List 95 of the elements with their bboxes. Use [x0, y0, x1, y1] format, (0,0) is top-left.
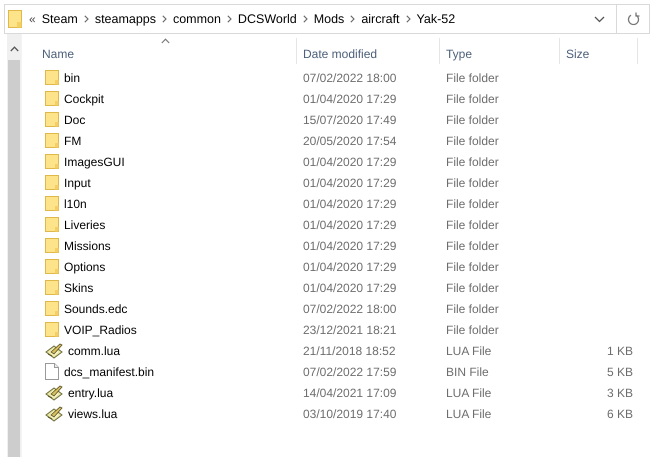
- date-modified: 01/04/2020 17:29: [303, 238, 396, 252]
- folder-icon: [45, 154, 59, 169]
- date-modified: 01/04/2020 17:29: [303, 260, 396, 274]
- file-type: File folder: [446, 322, 499, 336]
- date-modified: 01/04/2020 17:29: [303, 196, 396, 210]
- chevron-right-icon[interactable]: [302, 15, 308, 23]
- scrollbar-thumb[interactable]: [8, 60, 20, 457]
- file-name[interactable]: ImagesGUI: [64, 154, 125, 168]
- script-file-icon: [45, 342, 63, 358]
- file-type: File folder: [446, 260, 499, 274]
- date-modified: 21/11/2018 18:52: [303, 344, 396, 358]
- date-modified: 23/12/2021 18:21: [303, 322, 396, 336]
- file-type: File folder: [446, 134, 499, 148]
- script-file-icon: [45, 406, 63, 422]
- chevron-down-icon[interactable]: [594, 16, 604, 22]
- file-name[interactable]: Sounds.edc: [64, 302, 128, 316]
- folder-icon: [45, 175, 59, 190]
- breadcrumb-item[interactable]: steamapps: [94, 12, 156, 26]
- file-name[interactable]: Skins: [64, 280, 94, 294]
- file-name[interactable]: dcs_manifest.bin: [64, 364, 154, 378]
- file-name[interactable]: Missions: [64, 238, 111, 252]
- folder-icon: [45, 280, 59, 295]
- breadcrumb-item[interactable]: Yak-52: [416, 12, 456, 26]
- file-type: File folder: [446, 176, 499, 190]
- file-type: LUA File: [446, 406, 492, 420]
- refresh-icon[interactable]: [626, 12, 640, 26]
- file-icon: [45, 363, 59, 380]
- folder-icon: [45, 322, 59, 337]
- file-name[interactable]: Input: [64, 176, 91, 190]
- date-modified: 20/05/2020 17:54: [303, 134, 396, 148]
- file-type: LUA File: [446, 344, 492, 358]
- file-name[interactable]: Doc: [64, 112, 86, 126]
- file-size: 5 KB: [606, 364, 633, 378]
- file-type: File folder: [446, 280, 499, 294]
- date-modified: 01/04/2020 17:29: [303, 92, 396, 106]
- file-name[interactable]: Liveries: [64, 218, 106, 232]
- file-type: File folder: [446, 112, 499, 126]
- folder-icon: [8, 10, 22, 28]
- script-file-icon: [45, 384, 63, 400]
- folder-icon: [45, 217, 59, 232]
- file-type: File folder: [446, 154, 499, 168]
- file-name[interactable]: l10n: [64, 196, 87, 210]
- date-modified: 15/07/2020 17:49: [303, 112, 396, 126]
- scroll-up-icon[interactable]: [10, 46, 18, 52]
- folder-icon: [45, 112, 59, 127]
- file-type: File folder: [446, 218, 499, 232]
- column-header[interactable]: Type: [446, 47, 472, 61]
- date-modified: 07/02/2022 18:00: [303, 70, 396, 84]
- breadcrumb-item[interactable]: common: [172, 12, 221, 26]
- file-name[interactable]: views.lua: [68, 406, 118, 420]
- file-name[interactable]: comm.lua: [68, 344, 120, 358]
- folder-icon: [45, 259, 59, 274]
- file-type: File folder: [446, 92, 499, 106]
- date-modified: 01/04/2020 17:29: [303, 280, 396, 294]
- file-name[interactable]: Options: [64, 260, 106, 274]
- date-modified: 03/10/2019 17:40: [303, 406, 396, 420]
- date-modified: 01/04/2020 17:29: [303, 176, 396, 190]
- file-size: 6 KB: [606, 406, 633, 420]
- file-name[interactable]: bin: [64, 70, 80, 84]
- file-name[interactable]: entry.lua: [68, 386, 114, 400]
- breadcrumb-item[interactable]: Mods: [314, 12, 344, 26]
- date-modified: 07/02/2022 17:59: [303, 364, 396, 378]
- file-size: 1 KB: [606, 344, 633, 358]
- chevron-right-icon[interactable]: [84, 15, 89, 23]
- file-type: File folder: [446, 302, 499, 316]
- folder-icon: [45, 238, 59, 253]
- file-size: 3 KB: [606, 386, 633, 400]
- date-modified: 01/04/2020 17:29: [303, 218, 396, 232]
- chevron-right-icon[interactable]: [350, 15, 356, 23]
- column-header[interactable]: Date modified: [303, 47, 378, 61]
- file-type: BIN File: [446, 364, 489, 378]
- folder-icon: [45, 301, 59, 316]
- file-name[interactable]: VOIP_Radios: [64, 322, 137, 336]
- chevron-right-icon[interactable]: [226, 15, 232, 23]
- folder-icon: [45, 196, 59, 211]
- folder-icon: [45, 91, 59, 106]
- file-type: File folder: [446, 196, 499, 210]
- breadcrumb-item[interactable]: DCSWorld: [238, 12, 297, 26]
- file-name[interactable]: FM: [64, 134, 82, 148]
- file-type: LUA File: [446, 386, 492, 400]
- column-header[interactable]: Name: [42, 47, 74, 61]
- chevron-right-icon[interactable]: [406, 15, 411, 23]
- date-modified: 01/04/2020 17:29: [303, 154, 396, 168]
- folder-icon: [45, 133, 59, 148]
- file-name[interactable]: Cockpit: [64, 92, 104, 106]
- overflow-button[interactable]: «: [29, 12, 36, 26]
- chevron-right-icon[interactable]: [162, 15, 167, 23]
- file-type: File folder: [446, 238, 499, 252]
- folder-icon: [45, 70, 59, 85]
- date-modified: 14/04/2021 17:09: [303, 386, 396, 400]
- breadcrumb-item[interactable]: aircraft: [361, 12, 400, 26]
- date-modified: 07/02/2022 18:00: [303, 302, 396, 316]
- breadcrumb-item[interactable]: Steam: [42, 12, 78, 26]
- column-header[interactable]: Size: [566, 47, 590, 61]
- file-type: File folder: [446, 70, 499, 84]
